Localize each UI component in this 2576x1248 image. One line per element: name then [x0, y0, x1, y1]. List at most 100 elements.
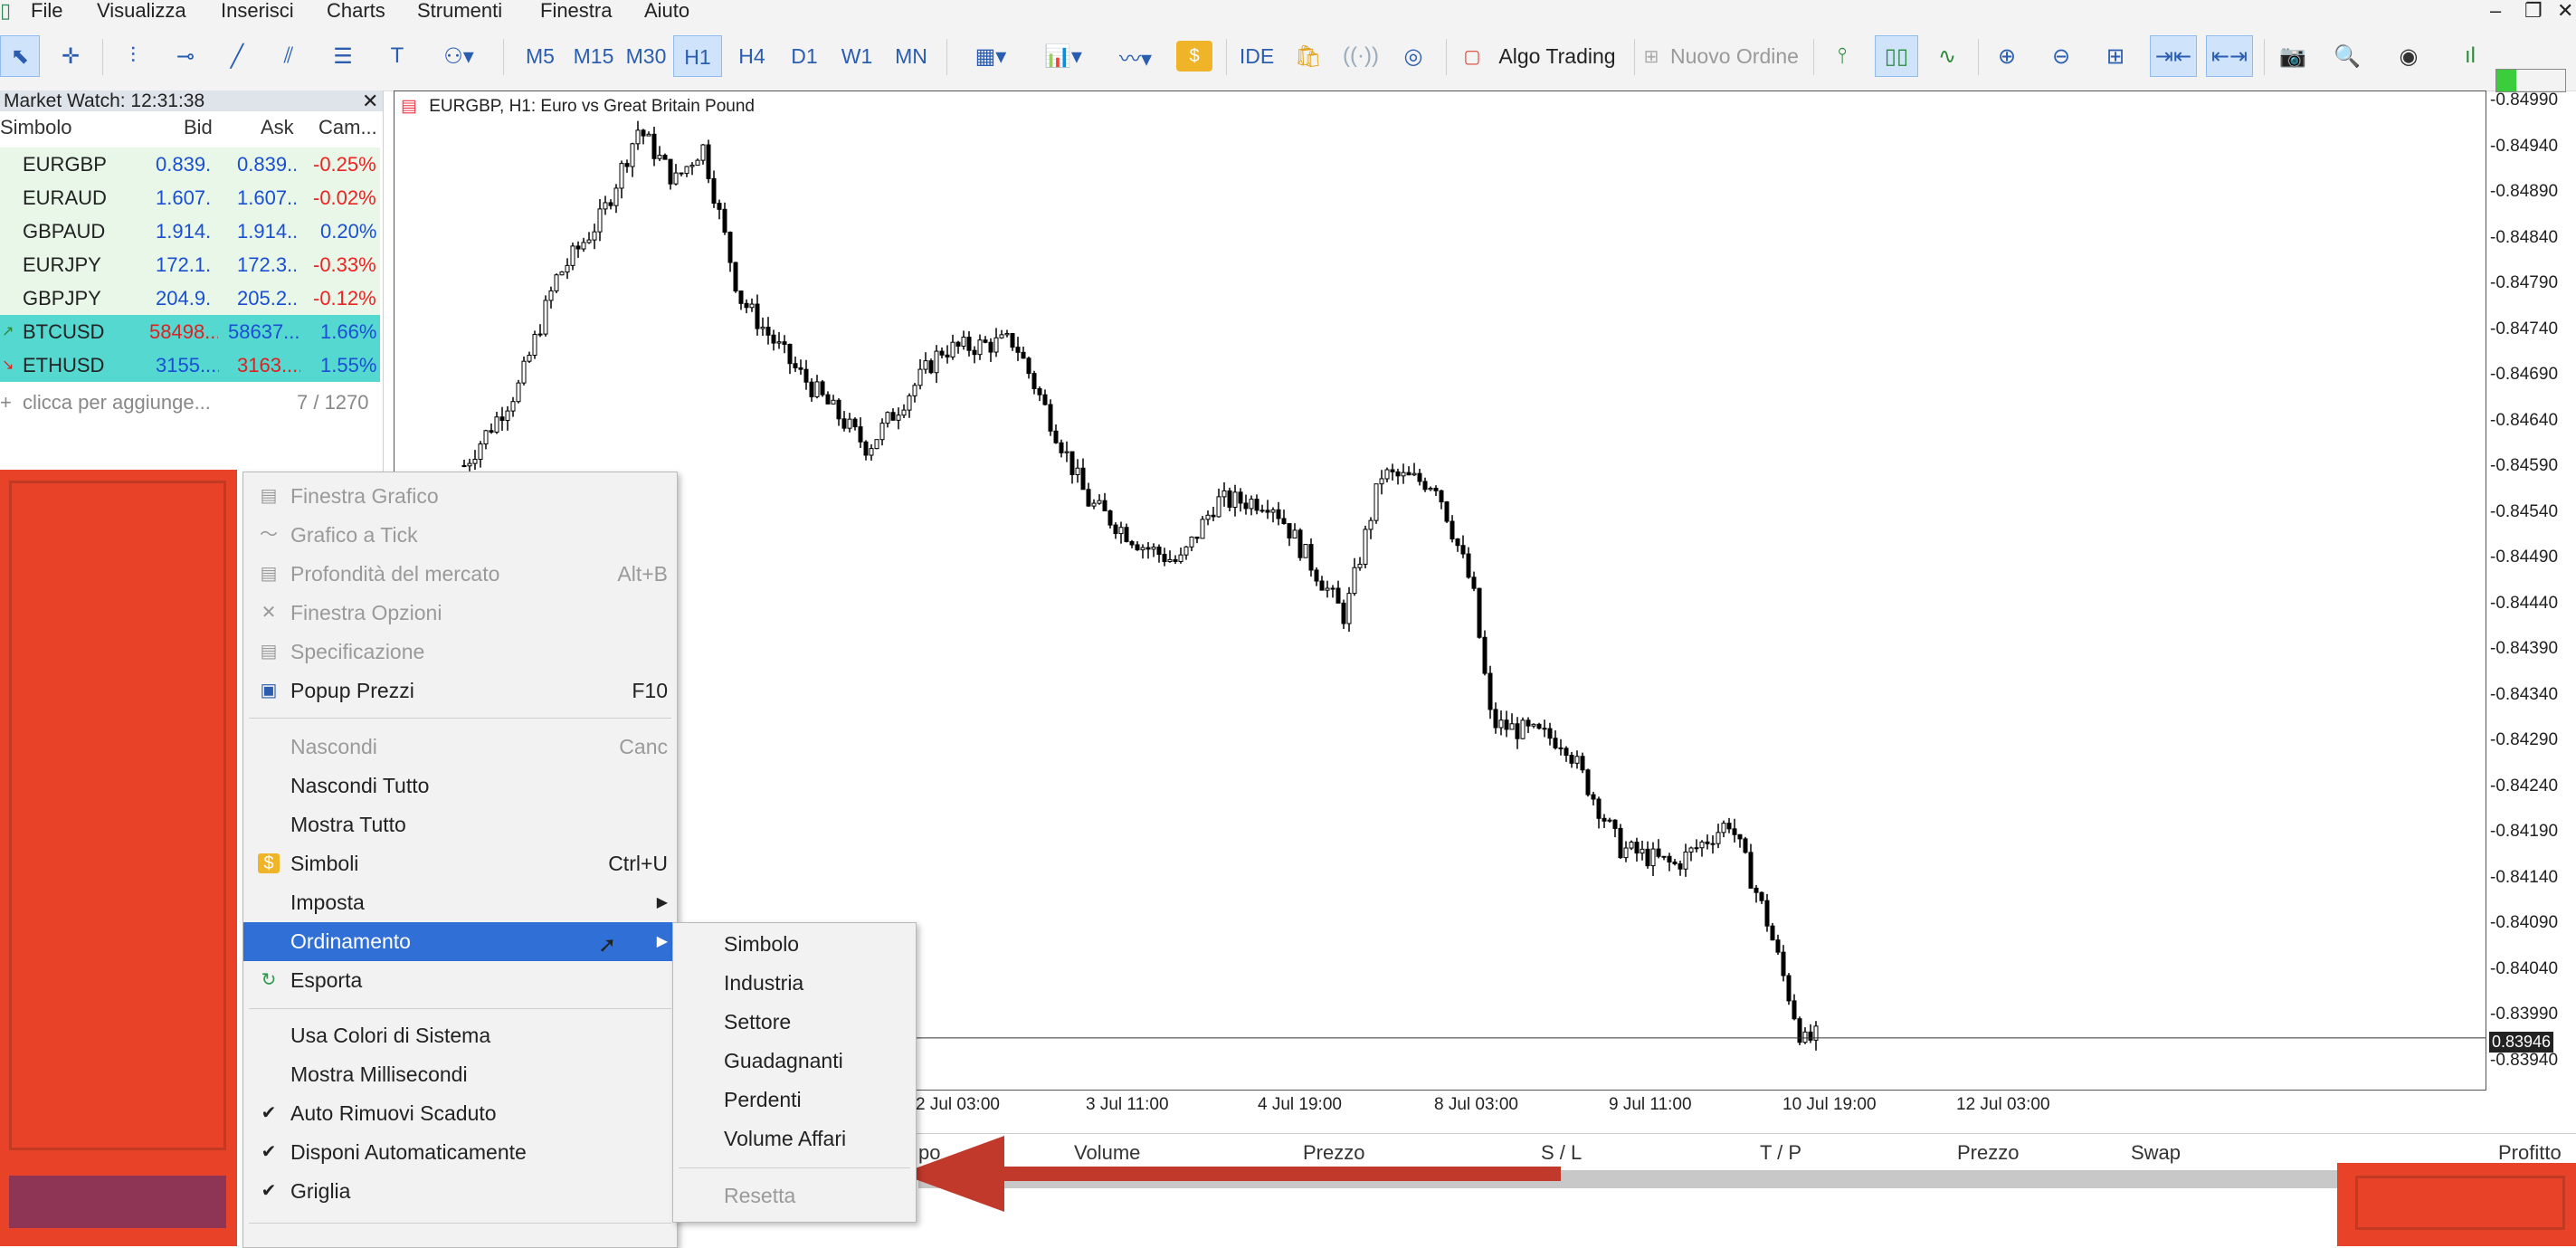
market-row-btcusd[interactable]: ↗ BTCUSD 58498... 58637... 1.66% [0, 315, 380, 348]
sort-settore[interactable]: Settore [673, 1003, 916, 1042]
timeframe-m5[interactable]: M5 [518, 35, 563, 77]
restore-icon[interactable]: ❐ [2524, 0, 2543, 22]
sort-perdenti[interactable]: Perdenti [673, 1081, 916, 1119]
minimize-icon[interactable]: – [2490, 0, 2501, 22]
vertical-line-icon[interactable]: ⫶ [113, 35, 153, 77]
auto-scroll-icon[interactable]: ⇥⇤ [2150, 35, 2197, 77]
menu-item-ordinamento[interactable]: Ordinamento ▶ ➚ [243, 922, 677, 961]
candles-icon[interactable]: ▯▯ [1875, 35, 1918, 77]
menu-charts[interactable]: Charts [327, 0, 385, 22]
trend-line-icon[interactable]: ╱ [217, 35, 257, 77]
line-icon[interactable]: ∿ [1927, 35, 1967, 77]
shapes-icon[interactable]: ⚇▾ [427, 35, 490, 77]
market-row-ethusd[interactable]: ↘ ETHUSD 3155.... 3163.... 1.55% [0, 348, 380, 382]
price-tick-label: -0.84590 [2490, 456, 2559, 475]
horizontal-line-icon[interactable]: ⊸ [166, 35, 205, 77]
timeframe-mn[interactable]: MN [887, 35, 936, 77]
column-profit[interactable]: Profitto [2498, 1141, 2562, 1165]
text-icon[interactable]: T [377, 35, 417, 77]
depth-icon[interactable]: ⫯ [1822, 35, 1862, 77]
timeframe-m30[interactable]: M30 [621, 35, 671, 77]
add-symbol-row[interactable]: + clicca per aggiunge... 7 / 1270 [0, 386, 380, 419]
chart-type-icon[interactable]: ▦▾ [959, 35, 1022, 77]
ide-button[interactable]: IDE [1234, 35, 1279, 77]
sort-resetta[interactable]: Resetta [673, 1177, 916, 1215]
close-icon[interactable]: ✕ [2557, 0, 2573, 22]
tile-windows-icon[interactable]: ⊞ [2096, 35, 2135, 77]
column-change[interactable]: Cam... [318, 116, 377, 139]
menu-inserisci[interactable]: Inserisci [221, 0, 294, 22]
algo-trading-button[interactable]: Algo Trading [1489, 35, 1625, 77]
timeframe-d1[interactable]: D1 [782, 35, 827, 77]
zoom-out-icon[interactable]: ⊖ [2041, 35, 2081, 77]
price-tick-label: -0.84140 [2490, 867, 2559, 887]
market-row-eurgbp[interactable]: EURGBP 0.839... 0.839... -0.25% [0, 148, 380, 181]
menu-item-millisecondi[interactable]: Mostra Millisecondi [243, 1055, 677, 1094]
column-tp[interactable]: T / P [1760, 1141, 1801, 1165]
menu-strumenti[interactable]: Strumenti [417, 0, 502, 22]
submenu-arrow-icon: ▶ [656, 934, 668, 949]
channel-icon[interactable]: ⫽ [269, 35, 309, 77]
menu-item-simboli[interactable]: $ Simboli Ctrl+U [243, 844, 677, 883]
menu-item-specificazione[interactable]: ▤ Specificazione [243, 633, 677, 672]
market-row-gbpjpy[interactable]: GBPJPY 204.9... 205.2... -0.12% [0, 281, 380, 315]
column-price-current[interactable]: Prezzo [1957, 1141, 2019, 1165]
sort-industria[interactable]: Industria [673, 964, 916, 1003]
market-watch-title: Market Watch: 12:31:38 ✕ [0, 91, 383, 111]
line-chart-icon[interactable]: 〰▾ [1104, 35, 1167, 77]
menu-aiuto[interactable]: Aiuto [644, 0, 689, 22]
menu-finestra[interactable]: Finestra [540, 0, 612, 22]
column-bid[interactable]: Bid [184, 116, 213, 139]
indicators-icon[interactable]: 📊▾ [1031, 35, 1095, 77]
market-icon[interactable]: 🛍 [1288, 35, 1328, 77]
price-tick-label: -0.84840 [2490, 227, 2559, 247]
menu-item-grafico-tick[interactable]: 〜 Grafico a Tick [243, 516, 677, 555]
price-tick-label: -0.84940 [2490, 136, 2559, 156]
menu-item-nascondi-tutto[interactable]: Nascondi Tutto [243, 767, 677, 805]
new-order-button[interactable]: Nuovo Ordine [1667, 35, 1802, 77]
price-tick-label: -0.84990 [2490, 91, 2559, 110]
chart-shift-icon[interactable]: ⇤⇥ [2206, 35, 2253, 77]
menu-item-profondita[interactable]: ▤ Profondità del mercato Alt+B [243, 555, 677, 594]
menu-item-griglia[interactable]: ✔ Griglia [243, 1172, 677, 1211]
menu-item-imposta[interactable]: Imposta ▶ [243, 883, 677, 922]
search-icon[interactable]: 🔍 [2327, 35, 2367, 77]
menu-item-finestra-grafico[interactable]: ▤ Finestra Grafico [243, 477, 677, 516]
timeframe-m15[interactable]: M15 [568, 35, 619, 77]
menu-item-colori-sistema[interactable]: Usa Colori di Sistema [243, 1016, 677, 1055]
export-icon: ↻ [261, 970, 277, 990]
column-swap[interactable]: Swap [2131, 1141, 2181, 1165]
date-tick-label: 2 Jul 03:00 [916, 1095, 1000, 1114]
timeframe-h1[interactable]: H1 [673, 35, 722, 77]
menu-item-mostra-tutto[interactable]: Mostra Tutto [243, 805, 677, 844]
sort-simbolo[interactable]: Simbolo [673, 925, 916, 964]
market-row-euraud[interactable]: EURAUD 1.607... 1.607... -0.02% [0, 181, 380, 214]
crosshair-icon[interactable]: ✛ [51, 35, 90, 77]
menu-file[interactable]: File [31, 0, 62, 22]
dollar-icon[interactable]: $ [1176, 41, 1212, 71]
menu-item-finestra-opzioni[interactable]: ✕ Finestra Opzioni [243, 594, 677, 633]
timeframe-h4[interactable]: H4 [729, 35, 775, 77]
menu-item-esporta[interactable]: ↻ Esporta [243, 961, 677, 1000]
signals-icon[interactable]: ((·)) [1341, 35, 1381, 77]
menu-item-nascondi[interactable]: Nascondi Canc [243, 728, 677, 767]
zoom-in-icon[interactable]: ⊕ [1987, 35, 2027, 77]
fibonacci-icon[interactable]: ☰ [323, 35, 363, 77]
account-icon[interactable]: ◉ [2389, 35, 2429, 77]
column-ask[interactable]: Ask [261, 116, 294, 139]
screenshot-icon[interactable]: 📷 [2273, 35, 2313, 77]
menu-item-auto-rimuovi[interactable]: ✔ Auto Rimuovi Scaduto [243, 1094, 677, 1133]
context-menu: ▤ Finestra Grafico 〜 Grafico a Tick ▤ Profo… [242, 472, 678, 1248]
sort-guadagnanti[interactable]: Guadagnanti [673, 1042, 916, 1081]
close-panel-icon[interactable]: ✕ [362, 91, 378, 111]
menu-item-popup-prezzi[interactable]: ▣ Popup Prezzi F10 [243, 672, 677, 710]
menu-visualizza[interactable]: Visualizza [97, 0, 186, 22]
vps-icon[interactable]: ◎ [1393, 35, 1433, 77]
menu-item-disponi[interactable]: ✔ Disponi Automaticamente [243, 1133, 677, 1172]
market-row-gbpaud[interactable]: GBPAUD 1.914... 1.914... 0.20% [0, 214, 380, 248]
cursor-icon[interactable]: ⬉ [0, 35, 40, 77]
timeframe-w1[interactable]: W1 [834, 35, 879, 77]
column-simbolo[interactable]: Simbolo [0, 116, 71, 139]
sort-volume-affari[interactable]: Volume Affari [673, 1119, 916, 1158]
market-row-eurjpy[interactable]: EURJPY 172.1... 172.3... -0.33% [0, 248, 380, 281]
